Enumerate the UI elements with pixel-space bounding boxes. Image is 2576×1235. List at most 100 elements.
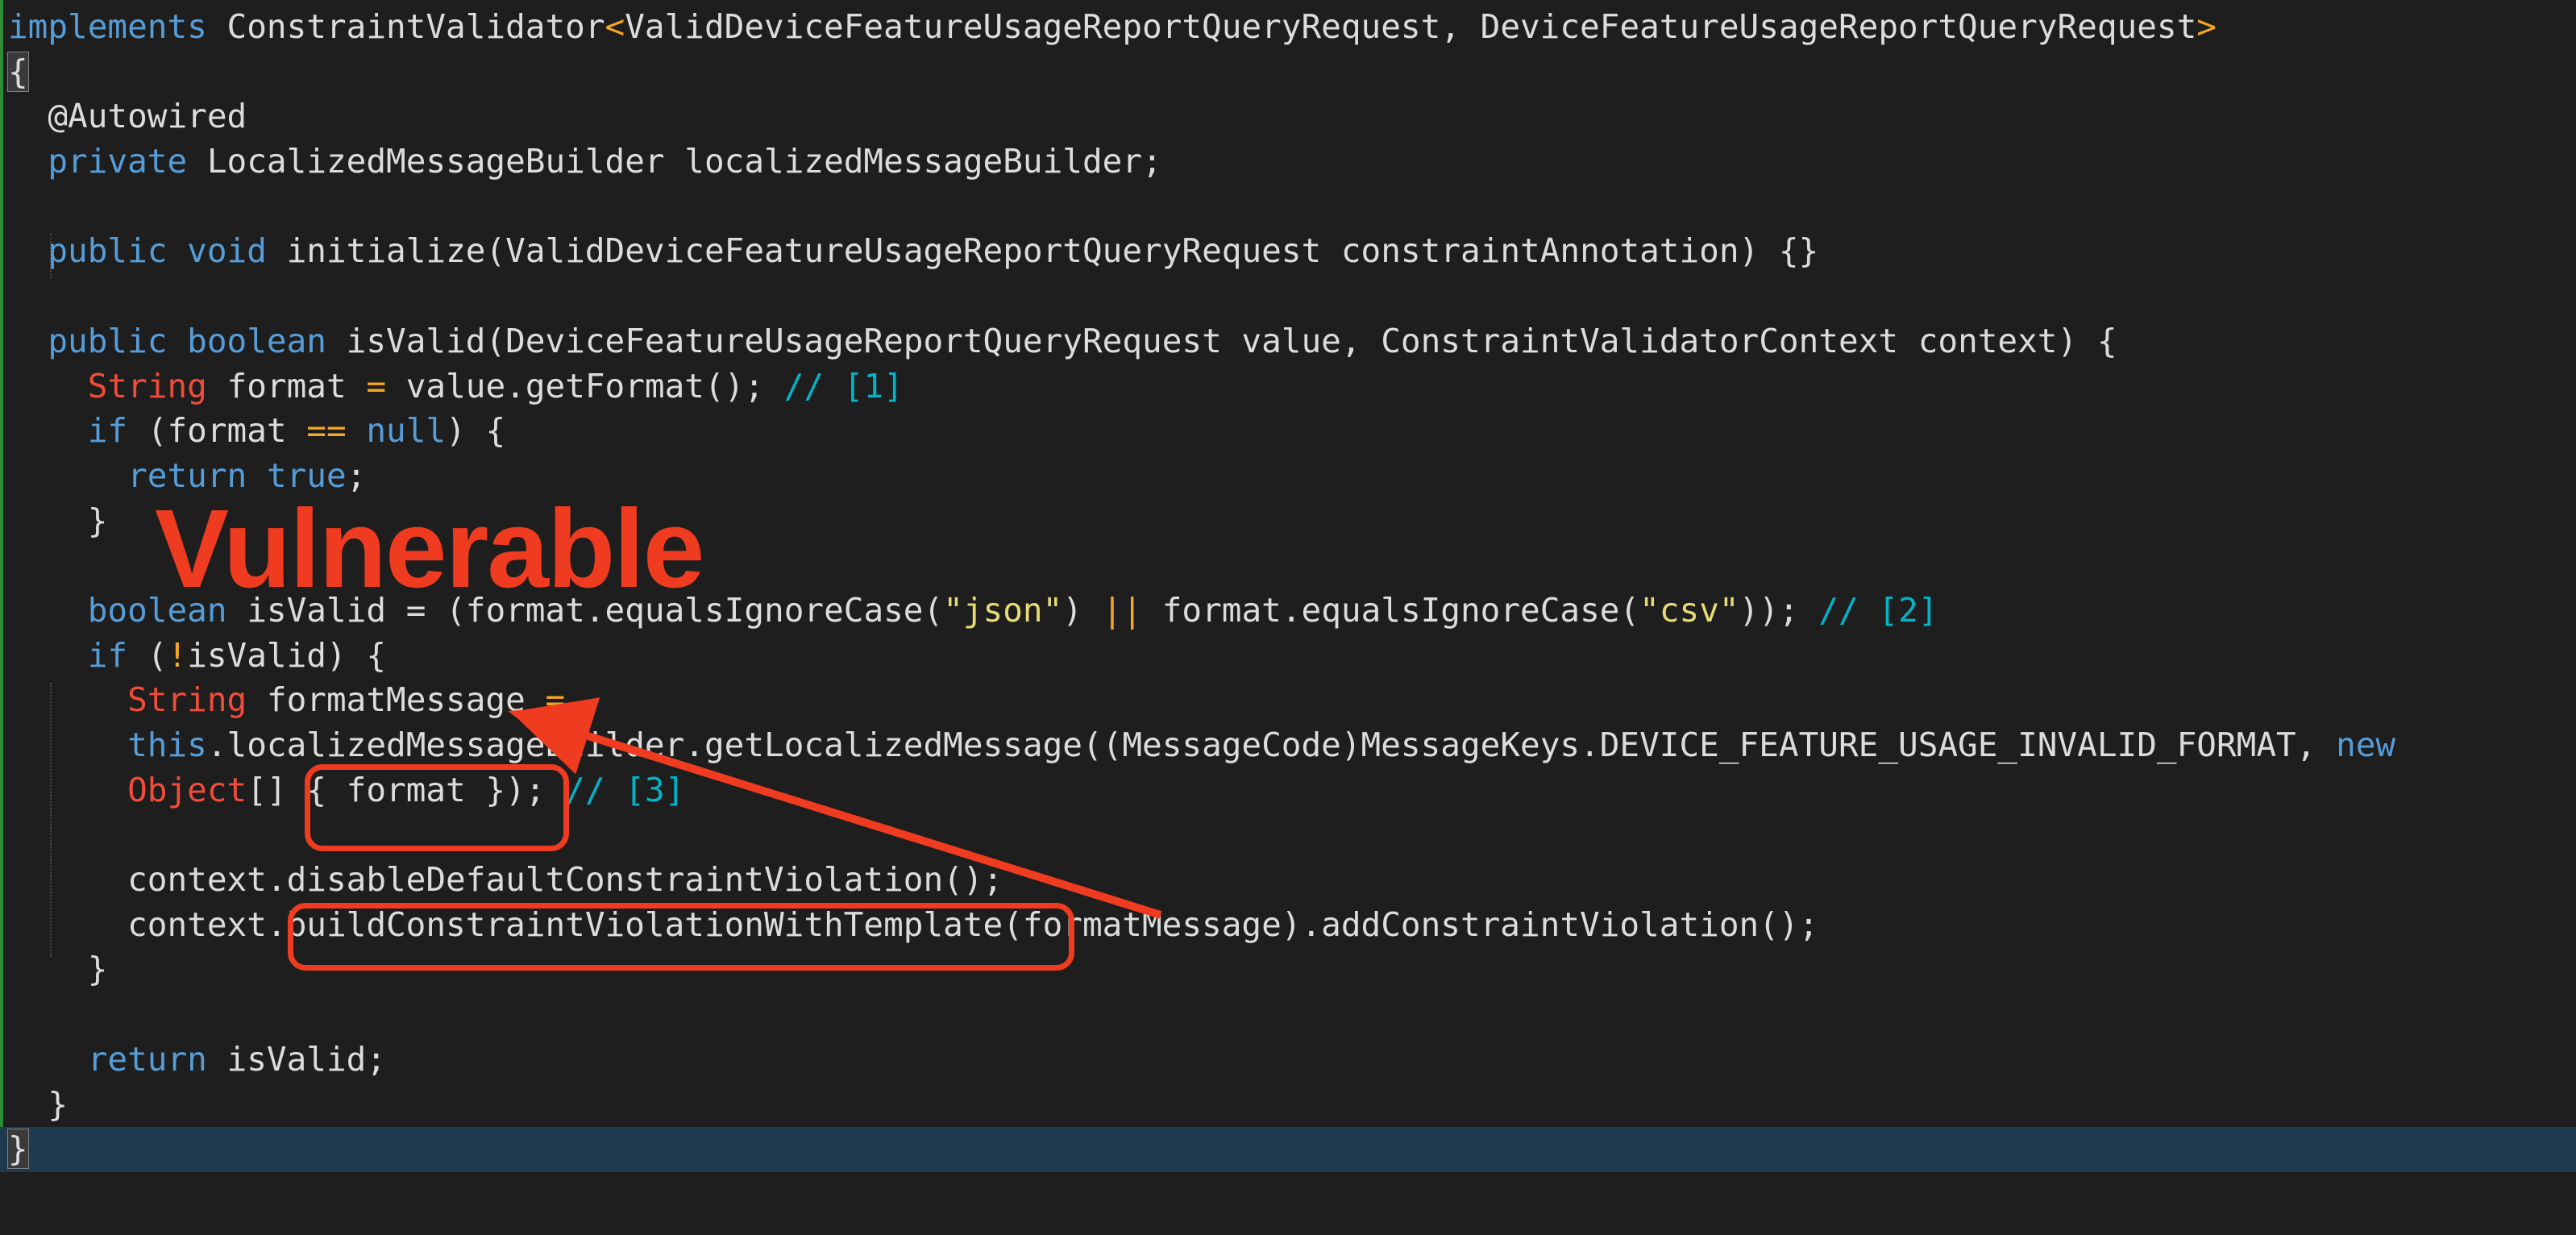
code-line[interactable]: return isValid; — [8, 1037, 2576, 1083]
code-token: ! — [167, 635, 188, 675]
code-token: isValid; — [206, 1039, 387, 1079]
code-token: public — [48, 231, 168, 271]
code-token: } — [8, 1084, 69, 1124]
code-token: > — [2196, 7, 2217, 46]
code-editor[interactable]: implements ConstraintValidator<ValidDevi… — [0, 0, 2576, 1235]
code-token: } — [8, 950, 108, 989]
code-token: .localizedMessageBuilder.getLocalizedMes… — [206, 726, 2337, 764]
code-token: public — [48, 321, 168, 360]
code-token: context.disableDefaultConstraintViolatio… — [8, 860, 1003, 900]
code-token: private — [48, 142, 188, 181]
change-indicator-bar — [0, 0, 3, 1145]
code-line[interactable]: } — [8, 499, 2576, 544]
code-token: formatMessage — [247, 680, 546, 720]
code-line[interactable]: private LocalizedMessageBuilder localize… — [8, 139, 2576, 185]
code-line[interactable]: } — [8, 947, 2576, 992]
code-line[interactable]: context.disableDefaultConstraintViolatio… — [8, 858, 2576, 903]
code-token: < — [605, 7, 625, 46]
code-line[interactable]: boolean isValid = (format.equalsIgnoreCa… — [8, 588, 2576, 634]
code-token: String — [87, 366, 207, 405]
code-token: this — [127, 726, 207, 764]
code-token: if — [87, 635, 128, 675]
code-token: LocalizedMessageBuilder localizedMessage… — [187, 142, 1162, 181]
code-token: == — [306, 411, 347, 451]
code-token: { — [7, 51, 29, 92]
code-line[interactable]: @Autowired — [8, 94, 2576, 139]
code-line[interactable]: return true; — [8, 454, 2576, 499]
code-token: return — [127, 455, 247, 495]
code-line[interactable]: String formatMessage = — [8, 678, 2576, 723]
code-token: true — [266, 455, 347, 495]
code-line[interactable]: this.localizedMessageBuilder.getLocalize… — [8, 723, 2576, 768]
code-token: boolean — [187, 321, 326, 360]
code-token: ) — [1062, 590, 1103, 630]
code-token: value.getFormat(); — [386, 366, 784, 405]
code-token: ValidDeviceFeatureUsageReportQueryReques… — [625, 7, 2197, 46]
code-line[interactable]: ​ — [8, 185, 2576, 230]
code-token: isValid) { — [187, 635, 387, 675]
code-line[interactable]: { — [7, 50, 2576, 95]
code-text-area[interactable]: implements ConstraintValidator<ValidDevi… — [0, 5, 2576, 1172]
code-token: String — [127, 680, 247, 720]
code-line[interactable]: ​ — [8, 274, 2576, 319]
code-token: ) { — [446, 411, 506, 451]
code-token: return — [87, 1039, 207, 1079]
code-token: (format — [127, 411, 307, 451]
code-token: void — [187, 231, 267, 271]
code-token: // [3] — [565, 770, 685, 809]
code-token: // [2] — [1818, 590, 1938, 630]
code-line[interactable]: public void initialize(ValidDeviceFeatur… — [8, 229, 2576, 274]
code-token: null — [366, 411, 447, 451]
code-token: // [1] — [783, 366, 904, 405]
code-line[interactable]: } — [8, 1083, 2576, 1128]
code-token: isValid = (format.equalsIgnoreCase( — [226, 590, 944, 630]
code-line[interactable]: public boolean isValid(DeviceFeatureUsag… — [8, 319, 2576, 364]
code-token: initialize(ValidDeviceFeatureUsageReport… — [266, 231, 1819, 271]
code-token: if — [87, 411, 128, 451]
code-token: format.equalsIgnoreCase( — [1142, 590, 1640, 630]
code-token: context.buildConstraintViolationWithTemp… — [8, 904, 1819, 944]
code-token: ConstraintValidator — [206, 7, 605, 46]
code-token: Object — [127, 770, 247, 809]
code-line[interactable]: String format = value.getFormat(); // [1… — [8, 364, 2576, 410]
code-line[interactable]: ​ — [8, 992, 2576, 1037]
code-token: = — [366, 366, 387, 405]
code-line[interactable]: ​ — [8, 543, 2576, 588]
code-token: } — [8, 501, 108, 540]
code-line[interactable]: implements ConstraintValidator<ValidDevi… — [8, 5, 2576, 50]
code-token: isValid(DeviceFeatureUsageReportQueryReq… — [326, 321, 2117, 360]
code-line[interactable]: context.buildConstraintViolationWithTemp… — [8, 903, 2576, 948]
code-token: implements — [8, 7, 207, 46]
code-token: } — [7, 1129, 29, 1170]
code-token: = — [545, 680, 566, 720]
code-token: new — [2336, 726, 2396, 764]
code-line[interactable]: } — [0, 1127, 2576, 1172]
code-line[interactable]: Object[] { format }); // [3] — [8, 768, 2576, 813]
code-token: @Autowired — [8, 97, 247, 136]
code-token: boolean — [87, 590, 227, 630]
code-line[interactable]: ​ — [8, 813, 2576, 858]
code-token: )); — [1739, 590, 1819, 630]
code-token: [] { format }); — [247, 770, 566, 809]
code-line[interactable]: if (format == null) { — [8, 409, 2576, 454]
code-token: ; — [346, 455, 367, 495]
code-line[interactable]: if (!isValid) { — [8, 634, 2576, 679]
code-token: ( — [127, 635, 168, 675]
code-token: || — [1102, 590, 1143, 630]
